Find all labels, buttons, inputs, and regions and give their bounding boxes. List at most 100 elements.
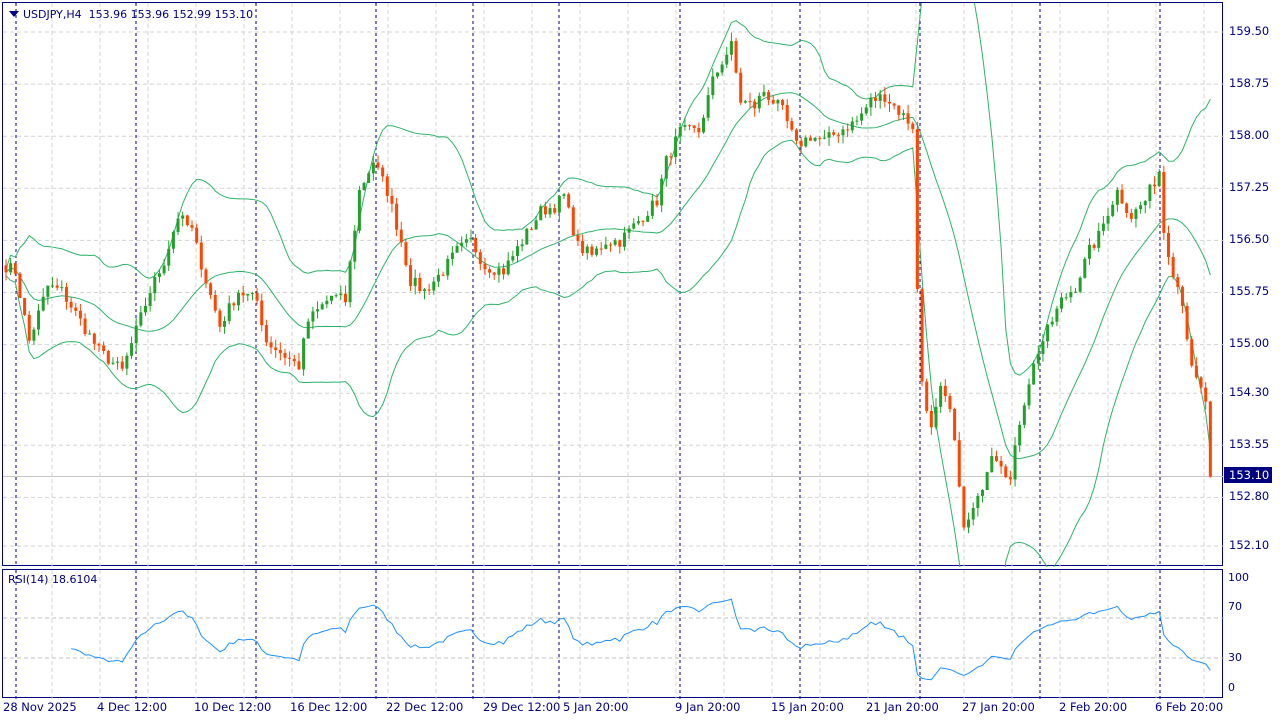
bull-candle: [1055, 308, 1059, 322]
bull-candle: [469, 237, 473, 240]
rsi-tick: 70: [1228, 600, 1242, 613]
bear-candle: [292, 358, 296, 362]
symbol-label: USDJPY,H4: [23, 8, 82, 21]
bear-candle: [897, 105, 901, 115]
bull-candle: [250, 293, 254, 295]
bull-candle: [1018, 424, 1022, 446]
bear-candle: [264, 325, 268, 343]
bull-candle: [9, 263, 13, 273]
bull-candle: [757, 95, 761, 109]
rsi-panel[interactable]: RSI(14) 18.6104: [2, 569, 1224, 699]
bull-candle: [822, 137, 826, 139]
ohlc-low: 152.99: [172, 8, 212, 21]
bear-candle: [590, 246, 594, 255]
bull-candle: [446, 258, 450, 276]
bull-candle: [357, 189, 361, 231]
bear-candle: [1004, 466, 1008, 478]
bull-candle: [627, 228, 631, 233]
bull-candle: [841, 129, 845, 136]
bear-candle: [734, 41, 738, 73]
bear-candle: [1092, 244, 1096, 248]
bear-candle: [97, 343, 101, 346]
bull-candle: [934, 406, 938, 428]
dropdown-triangle-icon[interactable]: [9, 11, 19, 17]
bear-candle: [278, 350, 282, 353]
bull-candle: [181, 215, 185, 219]
bear-candle: [906, 113, 910, 124]
bear-candle: [795, 129, 798, 141]
bull-candle: [534, 220, 538, 230]
bull-candle: [1148, 184, 1152, 202]
bear-candle: [818, 137, 822, 139]
bear-candle: [190, 225, 194, 228]
bear-candle: [474, 237, 478, 253]
bear-candle: [55, 285, 59, 288]
bear-candle: [343, 293, 347, 303]
bull-candle: [1013, 445, 1017, 480]
bear-candle: [27, 314, 31, 341]
bear-candle: [390, 195, 394, 204]
bear-candle: [418, 277, 422, 292]
time-tick: 21 Jan 20:00: [866, 700, 939, 714]
bear-candle: [185, 215, 189, 226]
time-tick: 9 Jan 20:00: [675, 700, 741, 714]
bull-candle: [139, 312, 143, 326]
bear-candle: [502, 268, 506, 275]
bear-candle: [381, 167, 385, 177]
time-tick: 28 Nov 2025: [3, 700, 77, 714]
rsi-canvas[interactable]: [3, 570, 1224, 699]
bull-candle: [413, 277, 417, 286]
ohlc-close: 153.10: [214, 8, 254, 21]
price-tick: 159.50: [1229, 24, 1270, 38]
price-tick: 152.80: [1229, 489, 1270, 503]
bear-candle: [925, 381, 929, 412]
bull-candle: [362, 182, 366, 190]
bear-candle: [929, 411, 933, 428]
bull-candle: [88, 333, 92, 335]
bear-candle: [1208, 401, 1212, 477]
bear-candle: [543, 206, 547, 215]
bear-candle: [69, 301, 73, 308]
price-chart-canvas[interactable]: [3, 3, 1224, 567]
bull-candle: [367, 173, 371, 183]
bear-candle: [529, 228, 533, 230]
bear-candle: [1162, 172, 1166, 233]
bear-candle: [1171, 256, 1175, 278]
bull-candle: [32, 329, 36, 341]
time-tick: 4 Dec 12:00: [97, 700, 168, 714]
bear-candle: [1008, 477, 1012, 480]
bear-candle: [288, 357, 292, 359]
bear-candle: [692, 125, 696, 129]
bull-candle: [622, 232, 626, 247]
bear-candle: [957, 440, 961, 487]
bull-candle: [334, 295, 338, 297]
bear-candle: [748, 101, 752, 103]
price-chart-panel[interactable]: USDJPY,H4 153.96 153.96 152.99 153.10: [2, 2, 1224, 567]
ohlc-open: 153.96: [88, 8, 128, 21]
rsi-tick: 100: [1228, 571, 1249, 584]
bull-candle: [125, 355, 129, 369]
bear-candle: [874, 97, 878, 101]
bear-candle: [297, 361, 301, 370]
bull-candle: [306, 321, 310, 339]
bear-candle: [799, 140, 803, 147]
bull-candle: [1115, 189, 1119, 205]
bear-candle: [209, 283, 213, 295]
bull-candle: [715, 72, 719, 77]
bull-candle: [1022, 405, 1026, 425]
bull-candle: [939, 385, 943, 407]
price-tick: 155.00: [1229, 336, 1270, 350]
price-tick: 155.75: [1229, 284, 1270, 298]
bear-candle: [943, 385, 947, 397]
bull-candle: [339, 293, 343, 296]
bull-candle: [562, 194, 566, 196]
bull-candle: [167, 248, 171, 266]
bull-candle: [864, 107, 868, 114]
bull-candle: [1101, 223, 1105, 231]
bollinger-upper-band: [5, 3, 1211, 376]
bear-candle: [641, 221, 645, 223]
bear-candle: [553, 208, 557, 213]
bull-candle: [1157, 172, 1161, 187]
rsi-line: [71, 598, 1211, 681]
bull-candle: [506, 260, 510, 275]
